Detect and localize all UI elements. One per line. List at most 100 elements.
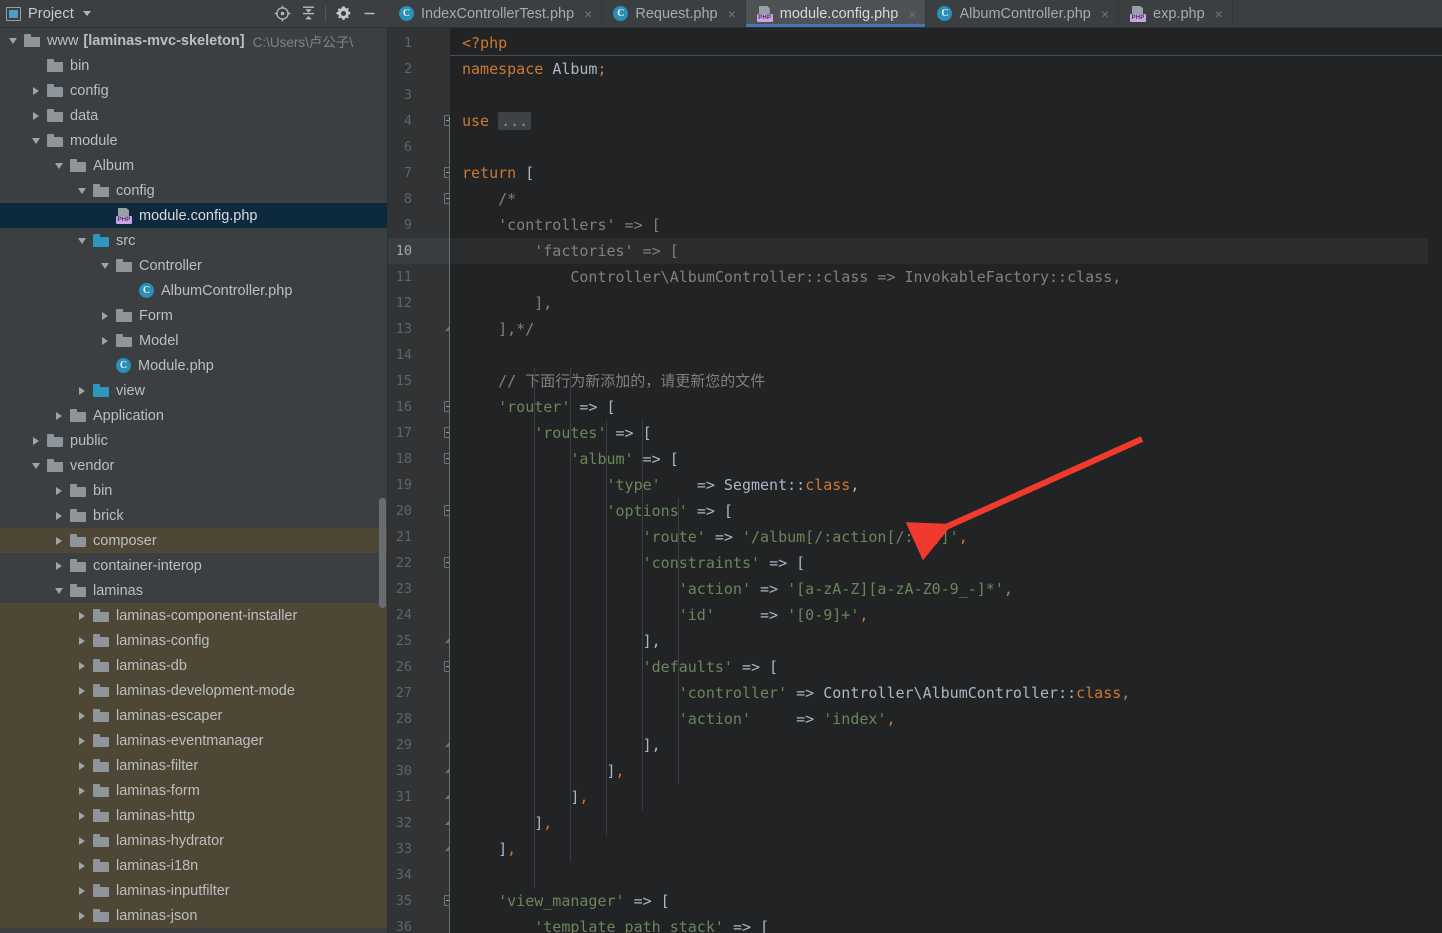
chevron-down-icon[interactable]	[75, 184, 88, 197]
code-line: ],	[642, 736, 661, 754]
tree-item-bin[interactable]: bin	[0, 478, 387, 503]
code-editor[interactable]: 1 2 3 4 6 7 8 9 10 11 12 13 14 15 16 17 18 19 20 21 22 23 24 25…	[388, 28, 1442, 933]
folder-icon	[47, 459, 63, 472]
tree-item-laminas-hydrator[interactable]: laminas-hydrator	[0, 828, 387, 853]
tree-item-module-name: [laminas-mvc-skeleton]	[83, 32, 245, 49]
close-icon[interactable]: ×	[908, 7, 916, 21]
close-icon[interactable]: ×	[584, 7, 592, 21]
chevron-right-icon[interactable]	[75, 609, 88, 622]
chevron-right-icon[interactable]	[52, 509, 65, 522]
tree-item-module-php[interactable]: C Module.php	[0, 353, 387, 378]
tree-item-config[interactable]: config	[0, 178, 387, 203]
chevron-down-icon[interactable]	[82, 11, 91, 16]
chevron-down-icon[interactable]	[29, 134, 42, 147]
code-line: 'controller' => Controller\AlbumControll…	[678, 684, 1131, 702]
chevron-right-icon[interactable]	[29, 434, 42, 447]
tree-item-laminas-filter[interactable]: laminas-filter	[0, 753, 387, 778]
chevron-right-icon[interactable]	[75, 809, 88, 822]
tree-item-controller[interactable]: Controller	[0, 253, 387, 278]
tree-item-laminas-development-mode[interactable]: laminas-development-mode	[0, 678, 387, 703]
tree-item-brick[interactable]: brick	[0, 503, 387, 528]
tree-item-vendor[interactable]: vendor	[0, 453, 387, 478]
chevron-right-icon[interactable]	[52, 534, 65, 547]
tree-item-public[interactable]: public	[0, 428, 387, 453]
tree-item-laminas-http[interactable]: laminas-http	[0, 803, 387, 828]
locate-target-icon[interactable]	[269, 2, 295, 26]
chevron-down-icon[interactable]	[52, 584, 65, 597]
chevron-right-icon[interactable]	[75, 859, 88, 872]
chevron-right-icon[interactable]	[98, 334, 111, 347]
chevron-right-icon[interactable]	[52, 559, 65, 572]
close-icon[interactable]: ×	[728, 7, 736, 21]
minimize-icon[interactable]	[356, 2, 382, 26]
tree-item-view[interactable]: view	[0, 378, 387, 403]
chevron-right-icon[interactable]	[75, 759, 88, 772]
chevron-down-icon[interactable]	[6, 34, 19, 47]
tree-item-data[interactable]: data	[0, 103, 387, 128]
tree-item-composer[interactable]: composer	[0, 528, 387, 553]
tree-item-form[interactable]: Form	[0, 303, 387, 328]
chevron-right-icon[interactable]	[75, 384, 88, 397]
chevron-down-icon[interactable]	[98, 259, 111, 272]
tree-item-www[interactable]: www [laminas-mvc-skeleton] C:\Users\卢公子\	[0, 28, 387, 53]
editor-gutter[interactable]: 1 2 3 4 6 7 8 9 10 11 12 13 14 15 16 17 18 19 20 21 22 23 24 25…	[388, 28, 455, 933]
tree-item-module-config-php[interactable]: PHP module.config.php	[0, 203, 387, 228]
tree-item-model[interactable]: Model	[0, 328, 387, 353]
chevron-right-icon[interactable]	[75, 709, 88, 722]
tree-item-albumcontroller-php[interactable]: C AlbumController.php	[0, 278, 387, 303]
tree-item-laminas-db[interactable]: laminas-db	[0, 653, 387, 678]
close-icon[interactable]: ×	[1101, 7, 1109, 21]
gear-icon[interactable]	[330, 2, 356, 26]
tree-item-laminas-inputfilter[interactable]: laminas-inputfilter	[0, 878, 387, 903]
chevron-right-icon[interactable]	[75, 834, 88, 847]
chevron-right-icon[interactable]	[75, 659, 88, 672]
error-stripe-marker-bar[interactable]	[1428, 28, 1442, 933]
tree-item-laminas-form[interactable]: laminas-form	[0, 778, 387, 803]
close-icon[interactable]: ×	[1215, 7, 1223, 21]
chevron-right-icon[interactable]	[29, 84, 42, 97]
class-file-icon: C	[613, 6, 629, 21]
tree-item-laminas-i18n[interactable]: laminas-i18n	[0, 853, 387, 878]
collapse-all-icon[interactable]	[295, 2, 321, 26]
chevron-right-icon[interactable]	[75, 884, 88, 897]
line-number: 11	[395, 269, 412, 285]
editor-tab-exp-php[interactable]: PHP exp.php ×	[1119, 0, 1233, 27]
chevron-right-icon[interactable]	[75, 909, 88, 922]
tree-item-container-interop[interactable]: container-interop	[0, 553, 387, 578]
line-number: 30	[395, 763, 412, 779]
project-panel-title-group[interactable]: Project	[6, 6, 269, 22]
chevron-down-icon[interactable]	[29, 459, 42, 472]
editor-tab-indexcontrollertest-php[interactable]: C IndexControllerTest.php ×	[388, 0, 603, 27]
chevron-right-icon[interactable]	[52, 484, 65, 497]
tree-item-application[interactable]: Application	[0, 403, 387, 428]
tree-item-src[interactable]: src	[0, 228, 387, 253]
tree-item-laminas-eventmanager[interactable]: laminas-eventmanager	[0, 728, 387, 753]
tree-item-album[interactable]: Album	[0, 153, 387, 178]
project-tree[interactable]: www [laminas-mvc-skeleton] C:\Users\卢公子\ b…	[0, 28, 388, 933]
tree-item-config[interactable]: config	[0, 78, 387, 103]
chevron-right-icon[interactable]	[75, 784, 88, 797]
tree-item-label: src	[116, 232, 136, 249]
chevron-right-icon[interactable]	[52, 409, 65, 422]
chevron-down-icon[interactable]	[75, 234, 88, 247]
editor-tab-module-config-php[interactable]: PHP module.config.php ×	[745, 0, 927, 27]
chevron-down-icon[interactable]	[52, 159, 65, 172]
tree-item-laminas[interactable]: laminas	[0, 578, 387, 603]
code-content[interactable]: <?php namespace Album; use ... return [ /* …	[450, 28, 1442, 933]
tree-item-laminas-json[interactable]: laminas-json	[0, 903, 387, 928]
chevron-right-icon[interactable]	[75, 734, 88, 747]
tree-item-laminas-component-installer[interactable]: laminas-component-installer	[0, 603, 387, 628]
tree-item-laminas-escaper[interactable]: laminas-escaper	[0, 703, 387, 728]
indent-guide	[642, 420, 644, 810]
chevron-right-icon[interactable]	[75, 684, 88, 697]
folder-icon	[93, 709, 109, 722]
chevron-right-icon[interactable]	[29, 109, 42, 122]
tree-item-laminas-config[interactable]: laminas-config	[0, 628, 387, 653]
tree-item-bin[interactable]: bin	[0, 53, 387, 78]
editor-tab-request-php[interactable]: C Request.php ×	[602, 0, 746, 27]
chevron-right-icon[interactable]	[75, 634, 88, 647]
editor-tab-albumcontroller-php[interactable]: C AlbumController.php ×	[926, 0, 1120, 27]
chevron-right-icon[interactable]	[98, 309, 111, 322]
tree-item-module[interactable]: module	[0, 128, 387, 153]
